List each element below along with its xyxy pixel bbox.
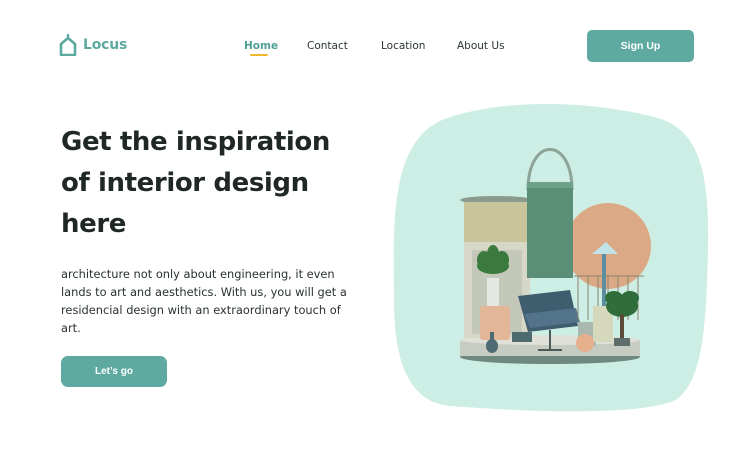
nav-item-label: Contact (307, 40, 348, 52)
lamp-stand (602, 254, 606, 314)
nav-item-label: About Us (457, 40, 505, 52)
hero-title-line-3: here (61, 209, 126, 239)
site-header: Locus Home Contact Location About Us Sig… (0, 0, 740, 92)
hero-illustration (380, 100, 710, 412)
nav-item-home[interactable]: Home (244, 40, 279, 56)
bonsai-pot (614, 338, 630, 346)
plant-pot-left (487, 278, 499, 306)
nav-item-label: Location (381, 40, 426, 52)
nav-item-label: Home (244, 40, 279, 52)
nav-item-about-us[interactable]: About Us (457, 40, 505, 52)
active-indicator (250, 54, 268, 56)
logo[interactable]: Locus (58, 34, 127, 56)
hero-title-line-1: Get the inspiration (61, 127, 330, 157)
orange-ball (576, 334, 594, 352)
logo-text: Locus (83, 37, 128, 53)
nav-item-contact[interactable]: Contact (307, 40, 348, 52)
green-cylinder (527, 182, 573, 278)
sign-up-button[interactable]: Sign Up (587, 30, 694, 62)
hero-description: architecture not only about engineering,… (61, 267, 347, 335)
hero-title-line-2: of interior design (61, 168, 309, 198)
interior-decor-illustration (393, 104, 709, 412)
bonsai-plant (605, 291, 639, 317)
peach-stool (480, 306, 510, 340)
lets-go-button[interactable]: Let’s go (61, 356, 167, 387)
shelf-cylinder (464, 202, 530, 242)
house-icon (59, 34, 77, 56)
nav-item-location[interactable]: Location (381, 40, 425, 52)
hero-title: Get the inspiration of interior design h… (61, 122, 361, 245)
